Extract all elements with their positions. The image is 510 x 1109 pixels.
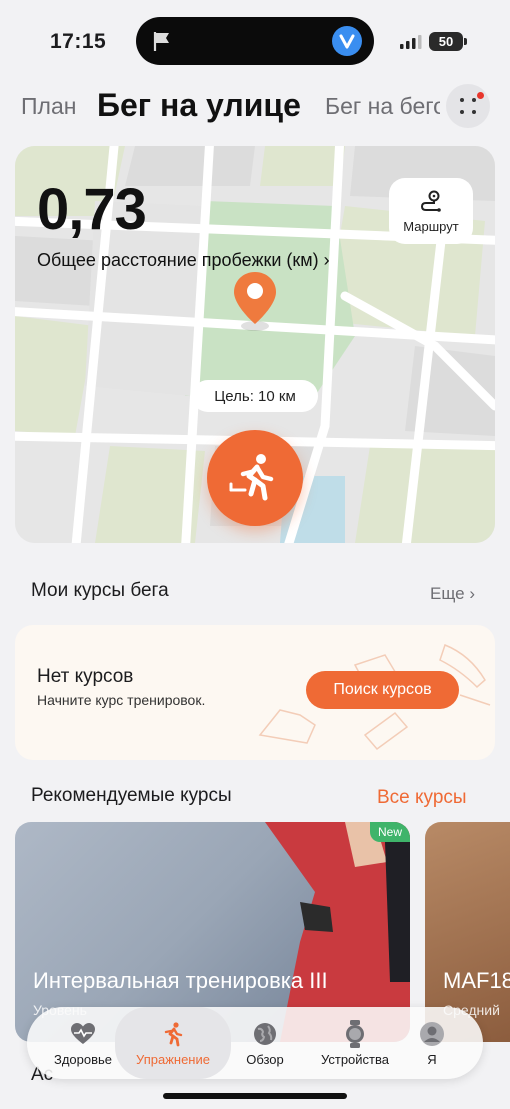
map-card: 0,73 Общее расстояние пробежки (км) › Ма… (15, 146, 495, 543)
tab-me[interactable]: Я (395, 1007, 469, 1079)
route-icon (420, 190, 441, 212)
tab-label: Упражнение (136, 1051, 210, 1067)
distance-value: 0,73 (37, 177, 147, 242)
no-courses-subtitle: Начните курс тренировок. (37, 692, 206, 708)
tab-discover[interactable]: Обзор (223, 1007, 307, 1079)
vpn-icon (332, 26, 362, 56)
tab-outdoor-run[interactable]: Бег на улице (97, 87, 301, 124)
battery-indicator: 50 (429, 32, 467, 51)
status-time: 17:15 (50, 30, 107, 53)
start-run-button[interactable] (207, 430, 303, 526)
all-courses-link[interactable]: Все курсы (377, 787, 467, 809)
runner-icon (229, 454, 274, 501)
goal-selector[interactable]: Цель: 10 км (192, 380, 318, 412)
signal-icon (400, 35, 422, 49)
no-courses-card: Нет курсов Начните курс тренировок. Поис… (15, 625, 495, 760)
tab-devices[interactable]: Устройства (303, 1007, 407, 1079)
route-button[interactable]: Маршрут (389, 178, 473, 244)
tab-health[interactable]: Здоровье (41, 1007, 125, 1079)
flag-icon (153, 32, 169, 51)
dynamic-island (136, 17, 374, 65)
tab-exercise[interactable]: Упражнение (115, 1007, 231, 1079)
more-courses-link[interactable]: Еще › (430, 584, 475, 604)
tab-plan[interactable]: План (21, 93, 76, 120)
route-label: Маршрут (403, 218, 459, 234)
tab-treadmill[interactable]: Бег на беговой дорожке (325, 93, 440, 120)
bottom-tab-bar: Здоровье Упражнение Обзор Устройства Я (27, 1007, 483, 1079)
watch-icon (341, 1019, 369, 1048)
home-indicator[interactable] (163, 1093, 347, 1099)
status-bar: 17:15 50 (0, 0, 510, 80)
globe-icon (251, 1020, 279, 1048)
tab-label: Я (427, 1051, 437, 1067)
my-courses-title: Мои курсы бега (31, 580, 169, 601)
distance-label-link[interactable]: Общее расстояние пробежки (км) › (37, 250, 330, 271)
location-pin-icon (234, 272, 276, 331)
no-courses-title: Нет курсов (37, 666, 134, 687)
runner-icon (159, 1020, 187, 1048)
find-courses-button[interactable]: Поиск курсов (306, 671, 459, 709)
new-badge: New (370, 822, 410, 842)
more-options-button[interactable] (446, 84, 490, 128)
tab-label: Устройства (320, 1051, 389, 1067)
recommended-title: Рекомендуемые курсы (31, 785, 232, 806)
tab-label: Здоровье (53, 1051, 113, 1067)
person-icon (418, 1020, 446, 1048)
tab-label: Обзор (246, 1051, 284, 1067)
heart-pulse-icon (69, 1020, 97, 1048)
course-title: MAF180 (443, 968, 510, 993)
notification-dot (477, 92, 484, 99)
course-title: Интервальная тренировка III (33, 968, 328, 993)
